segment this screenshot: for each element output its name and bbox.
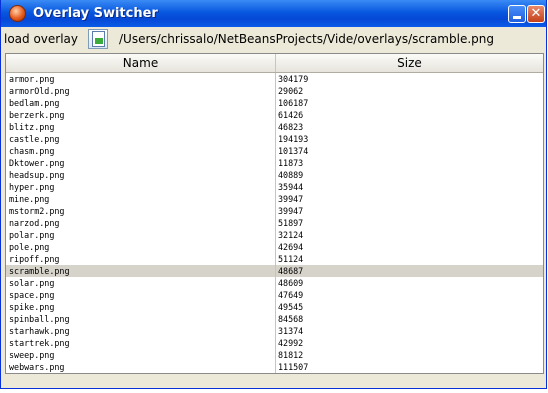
cell-size: 11873 bbox=[278, 158, 304, 168]
cell-size: 49545 bbox=[278, 302, 304, 312]
cell-size: 84568 bbox=[278, 314, 304, 324]
cell-size: 42992 bbox=[278, 338, 304, 348]
table-row[interactable]: mine.png 39947 bbox=[6, 193, 543, 205]
cell-size: 101374 bbox=[278, 146, 309, 156]
table-row[interactable]: pole.png 42694 bbox=[6, 241, 543, 253]
cell-size: 111507 bbox=[278, 362, 309, 372]
table-row[interactable]: startrek.png 42992 bbox=[6, 337, 543, 349]
table-row[interactable]: Dktower.png 11873 bbox=[6, 157, 543, 169]
cell-size: 304179 bbox=[278, 74, 309, 84]
cell-size: 40889 bbox=[278, 170, 304, 180]
cell-size: 46823 bbox=[278, 122, 304, 132]
table-row[interactable]: chasm.png 101374 bbox=[6, 145, 543, 157]
minimize-button[interactable] bbox=[508, 5, 526, 23]
table-row[interactable]: solar.png 48609 bbox=[6, 277, 543, 289]
cell-name: sweep.png bbox=[6, 349, 276, 361]
table-row[interactable]: scramble.png 48687 bbox=[6, 265, 543, 277]
cell-name: bedlam.png bbox=[6, 97, 276, 109]
table-row[interactable]: armor.png 304179 bbox=[6, 73, 543, 85]
cell-size: 47649 bbox=[278, 290, 304, 300]
cell-size: 106187 bbox=[278, 98, 309, 108]
table-row[interactable]: spinball.png 84568 bbox=[6, 313, 543, 325]
cell-name: spinball.png bbox=[6, 313, 276, 325]
load-overlay-button[interactable] bbox=[88, 29, 109, 49]
table-row[interactable]: castle.png 194193 bbox=[6, 133, 543, 145]
title-bar[interactable]: Overlay Switcher ✕ bbox=[1, 0, 546, 27]
table-row[interactable]: sweep.png 81812 bbox=[6, 349, 543, 361]
cell-name: armorOld.png bbox=[6, 85, 276, 97]
table-row[interactable]: headsup.png 40889 bbox=[6, 169, 543, 181]
cell-size: 51897 bbox=[278, 218, 304, 228]
table-row[interactable]: bedlam.png 106187 bbox=[6, 97, 543, 109]
load-document-icon bbox=[91, 31, 105, 47]
cell-size: 48687 bbox=[278, 266, 304, 276]
cell-name: castle.png bbox=[6, 133, 276, 145]
cell-name: pole.png bbox=[6, 241, 276, 253]
cell-name: armor.png bbox=[6, 73, 276, 85]
cell-size: 81812 bbox=[278, 350, 304, 360]
table-row[interactable]: armorOld.png 29062 bbox=[6, 85, 543, 97]
cell-size: 31374 bbox=[278, 326, 304, 336]
load-overlay-label: load overlay bbox=[4, 32, 79, 46]
cell-name: narzod.png bbox=[6, 217, 276, 229]
app-icon bbox=[9, 5, 26, 22]
table-row[interactable]: webwars.png 111507 bbox=[6, 361, 543, 373]
cell-name: space.png bbox=[6, 289, 276, 301]
table-row[interactable]: narzod.png 51897 bbox=[6, 217, 543, 229]
cell-name: solar.png bbox=[6, 277, 276, 289]
cell-size: 39947 bbox=[278, 206, 304, 216]
table-row[interactable]: blitz.png 46823 bbox=[6, 121, 543, 133]
cell-name: polar.png bbox=[6, 229, 276, 241]
cell-size: 32124 bbox=[278, 230, 304, 240]
status-bar bbox=[1, 375, 546, 388]
cell-name: startrek.png bbox=[6, 337, 276, 349]
cell-name: webwars.png bbox=[6, 361, 276, 373]
cell-name: spike.png bbox=[6, 301, 276, 313]
cell-size: 29062 bbox=[278, 86, 304, 96]
cell-size: 42694 bbox=[278, 242, 304, 252]
table-row[interactable]: starhawk.png 31374 bbox=[6, 325, 543, 337]
cell-name: hyper.png bbox=[6, 181, 276, 193]
minimize-icon bbox=[513, 16, 521, 19]
cell-name: scramble.png bbox=[6, 265, 276, 277]
overlay-switcher-window: Overlay Switcher ✕ load overlay /Users/c… bbox=[0, 0, 547, 389]
close-button[interactable]: ✕ bbox=[527, 5, 545, 23]
cell-name: mine.png bbox=[6, 193, 276, 205]
cell-name: mstorm2.png bbox=[6, 205, 276, 217]
cell-size: 35944 bbox=[278, 182, 304, 192]
table-row[interactable]: spike.png 49545 bbox=[6, 301, 543, 313]
table-header: Name Size bbox=[6, 54, 543, 73]
table-row[interactable]: space.png 47649 bbox=[6, 289, 543, 301]
close-icon: ✕ bbox=[530, 6, 542, 21]
cell-size: 39947 bbox=[278, 194, 304, 204]
cell-name: chasm.png bbox=[6, 145, 276, 157]
cell-name: ripoff.png bbox=[6, 253, 276, 265]
table-row[interactable]: hyper.png 35944 bbox=[6, 181, 543, 193]
cell-size: 61426 bbox=[278, 110, 304, 120]
cell-name: berzerk.png bbox=[6, 109, 276, 121]
window-title: Overlay Switcher bbox=[33, 6, 158, 21]
overlay-path: /Users/chrissalo/NetBeansProjects/Vide/o… bbox=[119, 32, 494, 46]
overlay-table[interactable]: Name Size armor.png 304179 armorOld.png 290… bbox=[5, 53, 544, 374]
table-row[interactable]: ripoff.png 51124 bbox=[6, 253, 543, 265]
cell-name: blitz.png bbox=[6, 121, 276, 133]
table-row[interactable]: polar.png 32124 bbox=[6, 229, 543, 241]
cell-name: headsup.png bbox=[6, 169, 276, 181]
table-body: armor.png 304179 armorOld.png 29062 bedlam.p… bbox=[6, 73, 543, 373]
cell-size: 48609 bbox=[278, 278, 304, 288]
cell-size: 51124 bbox=[278, 254, 304, 264]
cell-size: 194193 bbox=[278, 134, 309, 144]
cell-name: Dktower.png bbox=[6, 157, 276, 169]
cell-name: starhawk.png bbox=[6, 325, 276, 337]
table-row[interactable]: mstorm2.png 39947 bbox=[6, 205, 543, 217]
column-header-name[interactable]: Name bbox=[6, 54, 276, 72]
table-row[interactable]: berzerk.png 61426 bbox=[6, 109, 543, 121]
toolbar: load overlay /Users/chrissalo/NetBeansPr… bbox=[1, 27, 546, 51]
column-header-size[interactable]: Size bbox=[276, 54, 543, 72]
